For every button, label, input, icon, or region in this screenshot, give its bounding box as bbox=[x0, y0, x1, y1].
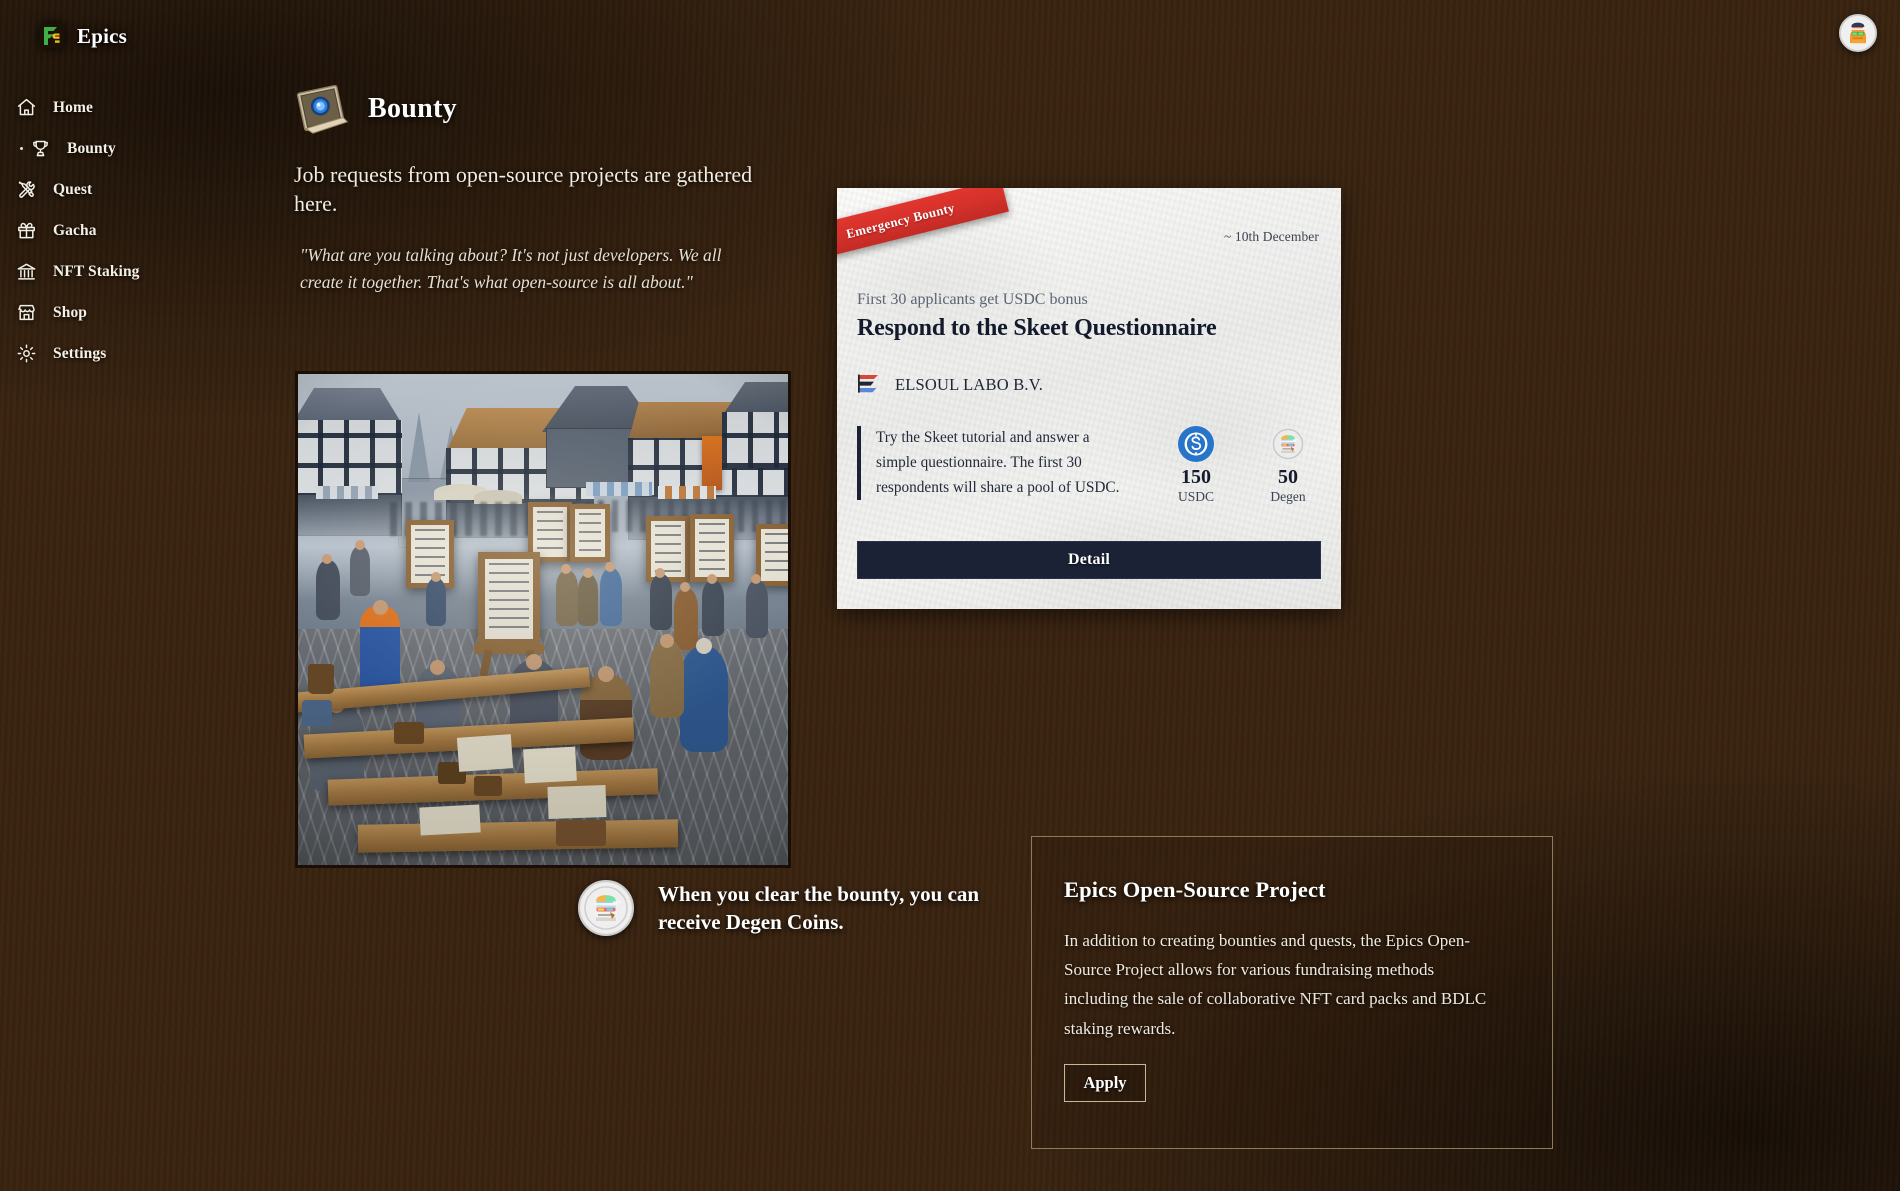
store-icon bbox=[14, 301, 38, 325]
sidebar-item-nft-staking[interactable]: NFT Staking bbox=[0, 251, 280, 292]
user-avatar-pixel-icon bbox=[1841, 16, 1875, 50]
crossed-tools-icon bbox=[14, 178, 38, 202]
promo-body: In addition to creating bounties and que… bbox=[1064, 931, 1487, 1038]
trophy-icon bbox=[28, 137, 52, 161]
reward-amount: 50 bbox=[1278, 466, 1298, 488]
bounty-card[interactable]: Emergency Bounty ~ 10th December First 3… bbox=[837, 188, 1341, 609]
bounty-description: Try the Skeet tutorial and answer a simp… bbox=[857, 426, 1123, 501]
page-header: Bounty bbox=[280, 0, 1900, 135]
reward-usdc: 150 USDC bbox=[1168, 426, 1224, 505]
bank-icon bbox=[14, 260, 38, 284]
sidebar-nav: Home Bounty Quest Gacha NFT Staking Shop… bbox=[0, 87, 280, 374]
emergency-bounty-ribbon: Emergency Bounty bbox=[837, 188, 1009, 264]
bounty-title: Respond to the Skeet Questionnaire bbox=[857, 315, 1217, 341]
sidebar-item-label: Gacha bbox=[53, 221, 97, 239]
home-icon bbox=[14, 96, 38, 120]
apply-button[interactable]: Apply bbox=[1064, 1064, 1146, 1102]
page-title: Bounty bbox=[368, 93, 457, 124]
sidebar-item-home[interactable]: Home bbox=[0, 87, 280, 128]
active-dot bbox=[20, 147, 23, 150]
app-root: Epics Home Bounty Quest Gacha NFT Stakin… bbox=[0, 0, 1900, 1191]
brand[interactable]: Epics bbox=[0, 0, 280, 50]
organization-name: ELSOUL LABO B.V. bbox=[895, 375, 1044, 394]
bounty-subtitle: First 30 applicants get USDC bonus bbox=[857, 291, 1088, 308]
bounty-organization: ELSOUL LABO B.V. bbox=[857, 372, 1043, 398]
page-intro: Job requests from open-source projects a… bbox=[294, 162, 753, 217]
open-source-project-panel: Epics Open-Source Project In addition to… bbox=[1031, 836, 1553, 1149]
brand-name: Epics bbox=[77, 23, 128, 48]
elsoul-labo-flag-icon bbox=[857, 372, 882, 398]
sidebar-item-gacha[interactable]: Gacha bbox=[0, 210, 280, 251]
ribbon-label: Emergency Bounty bbox=[844, 199, 957, 242]
bounty-scroll-gem-icon bbox=[294, 83, 349, 135]
sidebar-item-settings[interactable]: Settings bbox=[0, 333, 280, 374]
reward-amount: 150 bbox=[1181, 466, 1211, 488]
reward-currency: Degen bbox=[1270, 489, 1306, 504]
page-quote: "What are you talking about? It's not ju… bbox=[300, 244, 722, 292]
reward-degen: 50 Degen bbox=[1260, 426, 1316, 505]
degen-coin-icon bbox=[578, 880, 634, 937]
degen-note-text: When you clear the bounty, you can recei… bbox=[658, 882, 980, 935]
gift-icon bbox=[14, 219, 38, 243]
sidebar-item-label: NFT Staking bbox=[53, 262, 140, 280]
avatar[interactable] bbox=[1839, 14, 1877, 52]
degen-coin-icon bbox=[1270, 426, 1306, 466]
sidebar-item-label: Shop bbox=[53, 303, 88, 321]
sidebar-item-quest[interactable]: Quest bbox=[0, 169, 280, 210]
sidebar-item-label: Home bbox=[53, 98, 93, 116]
medieval-market-illustration bbox=[295, 371, 791, 868]
gear-icon bbox=[14, 342, 38, 366]
degen-coin-note: When you clear the bounty, you can recei… bbox=[578, 880, 988, 937]
sidebar-item-label: Bounty bbox=[67, 139, 116, 157]
sidebar-item-label: Quest bbox=[53, 180, 93, 198]
sidebar-item-bounty[interactable]: Bounty bbox=[0, 128, 280, 169]
bounty-date: ~ 10th December bbox=[1223, 229, 1319, 244]
sidebar-item-shop[interactable]: Shop bbox=[0, 292, 280, 333]
bounty-rewards: 150 USDC 50 Degen bbox=[1168, 426, 1316, 505]
usdc-coin-icon bbox=[1178, 426, 1214, 466]
promo-title: Epics Open-Source Project bbox=[1064, 877, 1326, 902]
sidebar-item-label: Settings bbox=[53, 344, 107, 362]
detail-button[interactable]: Detail bbox=[857, 541, 1321, 579]
epics-logo-icon bbox=[38, 22, 66, 50]
sidebar: Epics Home Bounty Quest Gacha NFT Stakin… bbox=[0, 0, 280, 1191]
reward-currency: USDC bbox=[1177, 489, 1214, 504]
main-content: Bounty Job requests from open-source pro… bbox=[280, 0, 1900, 1191]
